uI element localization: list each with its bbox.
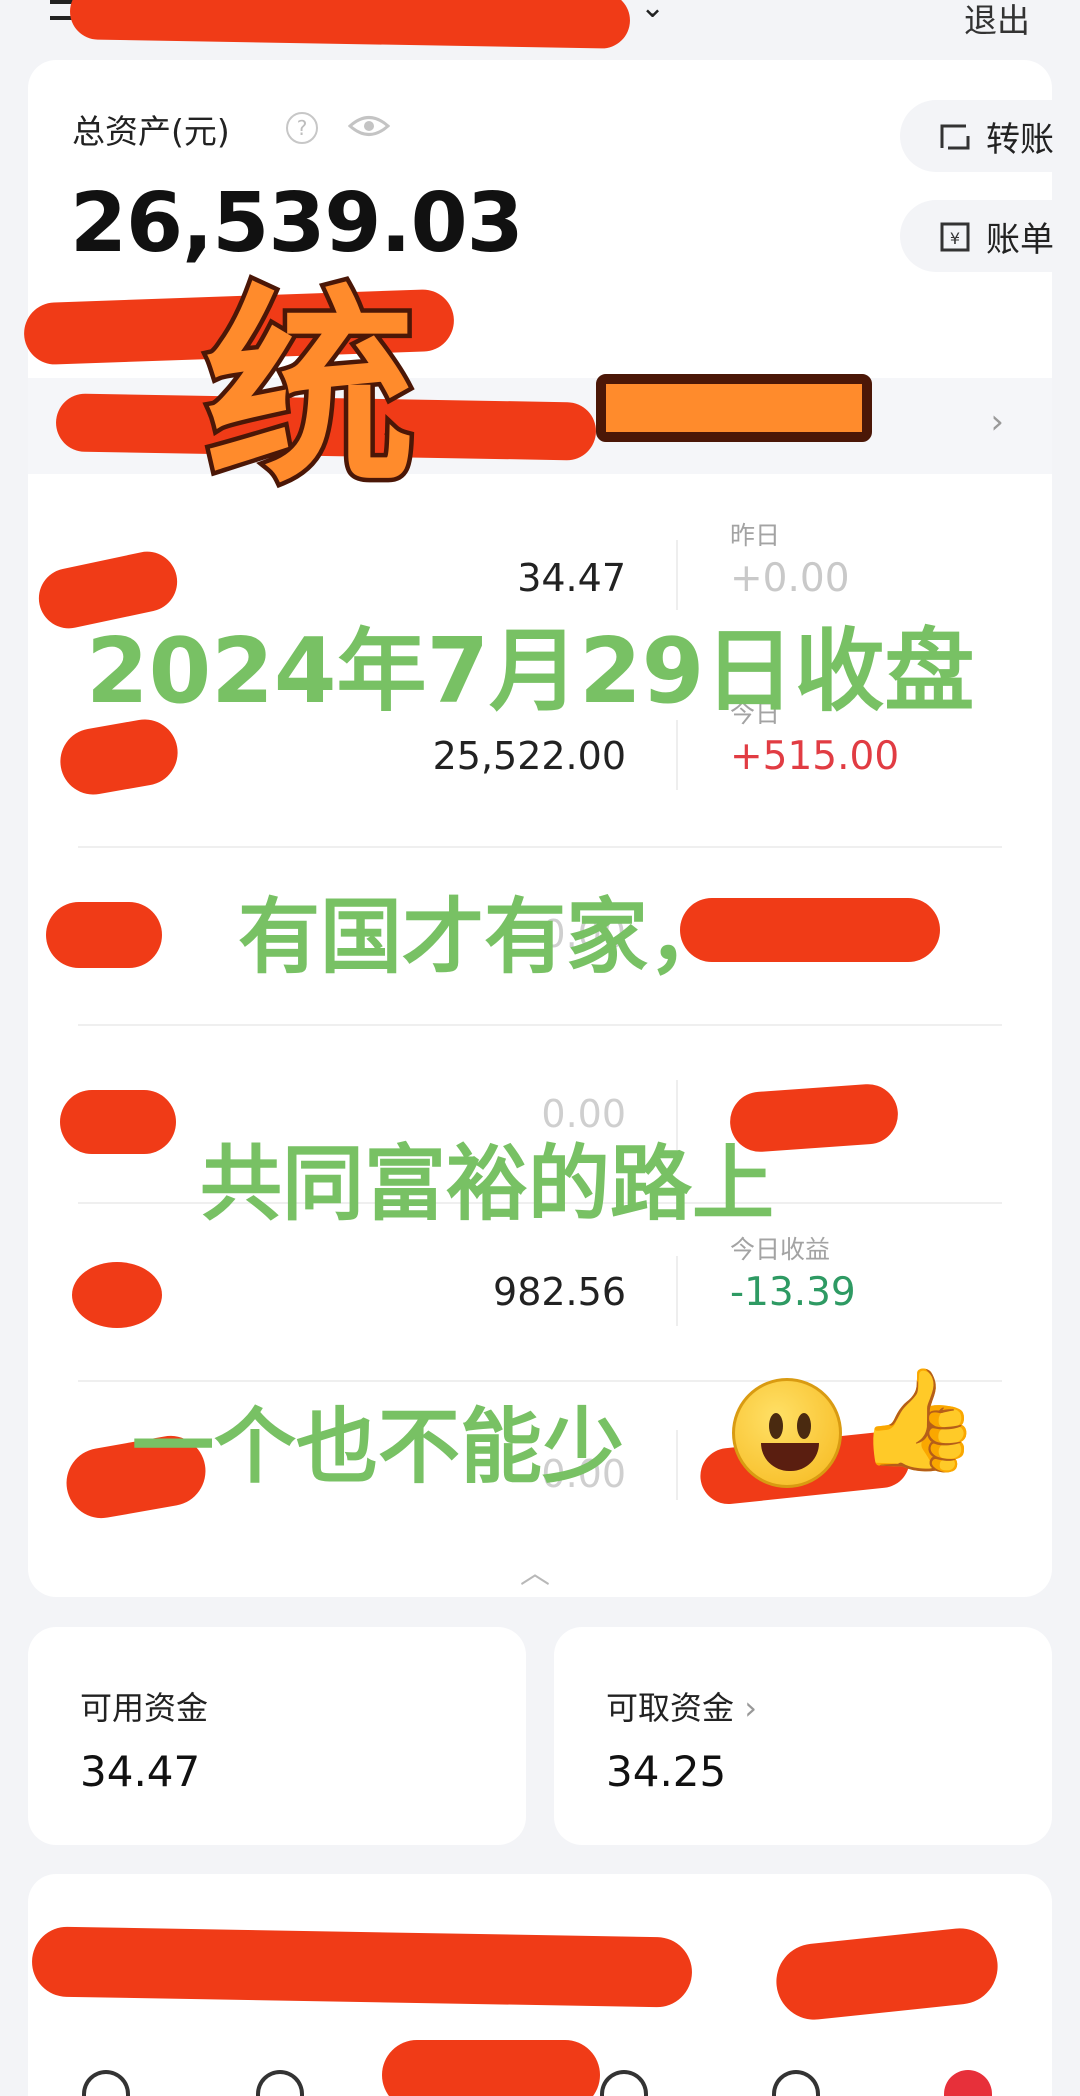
screen: ⌄ 退出 总资产(元) ? 26,539.03 转账 ¥ 账单 › 昨日 34.… [0, 0, 1080, 2096]
help-icon[interactable]: ? [286, 112, 318, 144]
thumbs-up-icon: 👍 [856, 1361, 981, 1478]
overlay-text-line: 有国才有家， [238, 890, 731, 985]
holding-change: -13.39 [730, 1270, 856, 1315]
holding-value: 982.56 [493, 1270, 626, 1314]
transfer-label: 转账 [986, 119, 1054, 160]
total-assets-value: 26,539.03 [70, 176, 524, 271]
row-divider [78, 846, 1002, 848]
holding-value: 25,522.00 [432, 734, 626, 778]
holding-change: +0.00 [730, 556, 850, 601]
chevron-down-icon[interactable]: ⌄ [640, 0, 665, 25]
chevron-up-icon[interactable]: ︿ [520, 1548, 550, 1592]
bill-label: 账单 [986, 219, 1054, 260]
bill-icon: ¥ [938, 221, 972, 252]
logout-button[interactable]: 退出 [964, 0, 1030, 42]
chevron-right-icon: › [744, 1689, 757, 1727]
redaction-mark [31, 1926, 693, 2008]
overlay-text-line: 一个也不能少 [132, 1400, 625, 1495]
available-funds-card: 可用资金 34.47 [28, 1627, 526, 1845]
bill-button[interactable]: ¥ 账单 [900, 200, 1080, 272]
overlay-title: 统 [200, 267, 419, 512]
redaction-mark [60, 1090, 176, 1154]
divider [676, 1430, 678, 1500]
overlay-title-dash [596, 374, 872, 442]
overlay-date-text: 2024年7月29日收盘 [86, 619, 975, 724]
divider [676, 1256, 678, 1326]
wealth-tab-icon[interactable] [772, 2070, 820, 2096]
eye-icon[interactable] [348, 113, 390, 139]
grinning-face-icon [732, 1378, 842, 1488]
transfer-button[interactable]: 转账 [900, 100, 1080, 172]
home-tab-icon[interactable] [82, 2070, 130, 2096]
holding-value: 34.47 [517, 556, 626, 600]
chevron-right-icon: › [990, 402, 1004, 442]
holding-change: +515.00 [730, 734, 900, 779]
available-funds-label: 可用资金 [80, 1689, 209, 1727]
transfer-icon [938, 121, 972, 151]
redaction-mark [72, 1262, 162, 1328]
withdrawable-funds-label: 可取资金 › [606, 1689, 757, 1727]
total-assets-label: 总资产(元) [72, 112, 230, 151]
trade-tab-icon[interactable] [600, 2070, 648, 2096]
change-label: 昨日 [730, 521, 781, 550]
redaction-mark [382, 2040, 600, 2096]
withdrawable-funds-value: 34.25 [606, 1747, 727, 1796]
overlay-text-line: 共同富裕的路上 [200, 1137, 775, 1232]
market-tab-icon[interactable] [256, 2070, 304, 2096]
svg-text:¥: ¥ [950, 229, 960, 248]
redaction-mark [46, 902, 162, 968]
withdrawable-funds-card[interactable]: 可取资金 › 34.25 [554, 1627, 1052, 1845]
row-divider [78, 1024, 1002, 1026]
profile-tab-icon[interactable] [944, 2070, 992, 2096]
divider [676, 720, 678, 790]
available-funds-value: 34.47 [80, 1747, 201, 1796]
